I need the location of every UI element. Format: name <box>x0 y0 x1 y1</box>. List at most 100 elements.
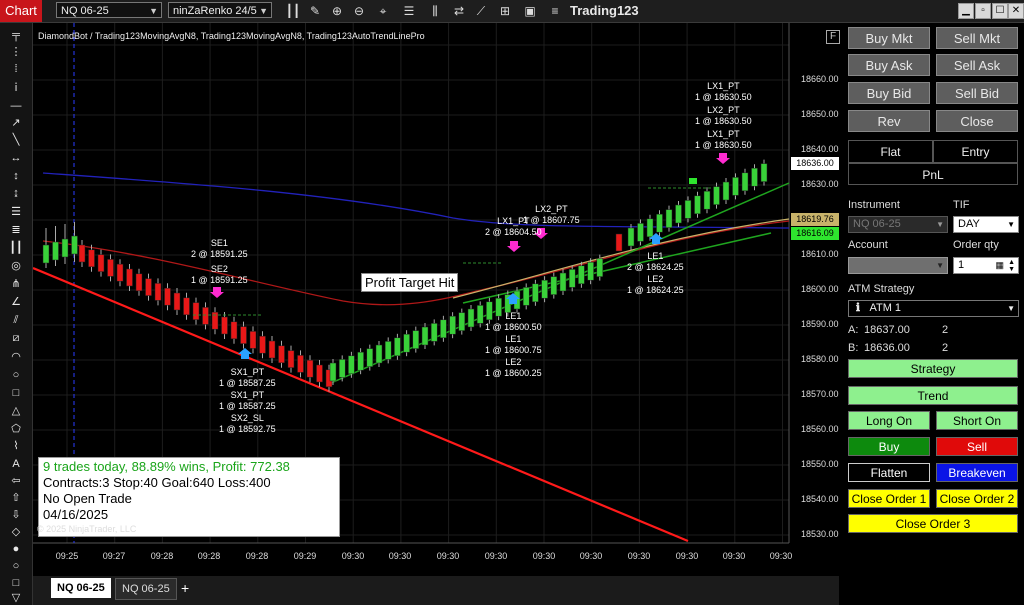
menu-icon[interactable]: ≡ <box>547 3 563 19</box>
risk-reward-icon[interactable]: ⋮ <box>6 45 26 59</box>
up-candle <box>596 258 604 277</box>
fib-timezone-icon[interactable]: ┃┃ <box>6 241 26 255</box>
ellipse-icon[interactable]: ○ <box>6 368 26 382</box>
sell-bid-button[interactable]: Sell Bid <box>936 82 1018 104</box>
signal-title: SX2_SL <box>230 413 264 423</box>
bar-type-selector[interactable]: ninZaRenko 24/5 ▼ <box>168 2 272 18</box>
horizontal-line-icon[interactable]: ↨ <box>6 186 26 200</box>
flatten-button[interactable]: Flatten <box>848 463 930 482</box>
fibonacci-icon[interactable]: ☰ <box>6 205 26 219</box>
chart-tab[interactable]: Chart <box>0 0 42 22</box>
text-icon[interactable]: A <box>6 457 26 471</box>
triangle-icon[interactable]: △ <box>6 404 26 418</box>
pencil-icon[interactable]: ✎ <box>307 3 323 19</box>
tif-select[interactable]: DAY ▼ <box>953 216 1019 233</box>
up-candle <box>366 348 374 367</box>
parallel-channel-icon[interactable]: ⧄ <box>6 331 26 345</box>
minimize-icon[interactable]: ▁ <box>958 3 974 19</box>
chart-trader-icon[interactable]: ⊞ <box>497 3 513 19</box>
arrow-down-icon[interactable]: ⇩ <box>6 508 26 522</box>
down-candle <box>116 263 124 282</box>
sell-market-button[interactable]: Sell Mkt <box>936 27 1018 49</box>
buy-bid-button[interactable]: Buy Bid <box>848 82 930 104</box>
close-icon[interactable]: ✕ <box>1008 3 1024 19</box>
entry-button[interactable]: Entry <box>933 140 1018 163</box>
close-order-2-button[interactable]: Close Order 2 <box>936 489 1018 508</box>
reverse-button[interactable]: Rev <box>848 110 930 132</box>
arc-icon[interactable]: ◠ <box>6 350 26 364</box>
f-button[interactable]: F <box>826 30 840 44</box>
stats-line-contracts: Contracts:3 Stop:40 Goal:640 Loss:400 <box>43 475 271 490</box>
down-candle <box>297 355 304 373</box>
up-candle <box>357 351 364 371</box>
strategy-button[interactable]: Strategy <box>848 359 1018 378</box>
trend-button[interactable]: Trend <box>848 386 1018 405</box>
long-on-button[interactable]: Long On <box>848 411 930 430</box>
diamond-icon[interactable]: ◇ <box>6 525 26 539</box>
properties-icon[interactable]: ☰ <box>401 3 417 19</box>
current-price-tag: 18636.00 <box>791 157 839 170</box>
gann-fan-icon[interactable]: ∠ <box>6 295 26 309</box>
triangle-down-icon[interactable]: ▽ <box>6 591 26 605</box>
trendline-icon[interactable]: ⟋ <box>473 3 489 19</box>
flat-button[interactable]: Flat <box>848 140 933 163</box>
back-arrow-icon[interactable]: ⇦ <box>6 474 26 488</box>
close-button[interactable]: Close <box>936 110 1018 132</box>
dot-icon[interactable]: ● <box>6 542 26 556</box>
zoom-in-icon[interactable]: ⊕ <box>329 3 345 19</box>
strategy-icon[interactable]: ⇄ <box>451 3 467 19</box>
stepper-arrows-icon[interactable]: ▲ ▼ <box>1008 259 1015 273</box>
regression-channel-icon[interactable]: ⫽ <box>6 313 26 327</box>
add-tab-button[interactable]: + <box>175 578 195 598</box>
up-candle <box>384 341 392 360</box>
account-select[interactable]: ▼ <box>848 257 948 274</box>
trendline-tag: 18616.09 <box>791 227 839 240</box>
zoom-out-icon[interactable]: ⊖ <box>351 3 367 19</box>
arrow-up-icon[interactable]: ⇧ <box>6 491 26 505</box>
arrow-line-icon[interactable]: ↔ <box>6 151 26 165</box>
price-marker-icon[interactable]: ⁞ <box>6 62 26 76</box>
breakeven-button[interactable]: Breakeven <box>936 463 1018 482</box>
path-icon[interactable]: ⌇ <box>6 439 26 453</box>
vertical-line-icon[interactable]: ↕ <box>6 169 26 183</box>
instrument-selector[interactable]: NQ 06-25 ▼ <box>56 2 162 18</box>
ruler-icon[interactable]: ╤ <box>6 28 26 42</box>
tab-nq-active[interactable]: NQ 06-25 <box>51 578 111 598</box>
short-on-button[interactable]: Short On <box>936 411 1018 430</box>
atm-strategy-select[interactable]: ℹ ATM 1 ▼ <box>848 300 1019 317</box>
up-candle <box>458 312 466 331</box>
crosshair-icon[interactable]: ⌖ <box>375 3 391 19</box>
time-axis-label: 09:29 <box>293 551 317 561</box>
diagonal-line-icon[interactable]: ╲ <box>6 133 26 147</box>
bars-icon[interactable]: ┃┃ <box>285 3 301 19</box>
sell-ask-button[interactable]: Sell Ask <box>936 54 1018 76</box>
indicator-icon[interactable]: ⫼ <box>427 3 443 19</box>
tab-nq-second[interactable]: NQ 06-25 <box>115 578 177 600</box>
info-icon[interactable]: ⅰ <box>6 81 26 95</box>
polygon-icon[interactable]: ⬠ <box>6 422 26 436</box>
maximize-icon[interactable]: ☐ <box>992 3 1008 19</box>
fib-circle-icon[interactable]: ◎ <box>6 259 26 273</box>
buy-button[interactable]: Buy <box>848 437 930 456</box>
square-icon[interactable]: □ <box>6 576 26 590</box>
buy-ask-button[interactable]: Buy Ask <box>848 54 930 76</box>
rectangle-icon[interactable]: □ <box>6 386 26 400</box>
sell-button[interactable]: Sell <box>936 437 1018 456</box>
info-icon[interactable]: ℹ <box>849 301 867 316</box>
instrument-field[interactable]: NQ 06-25 ▼ <box>848 216 948 233</box>
position-marker <box>689 178 697 184</box>
circle-icon[interactable]: ○ <box>6 559 26 573</box>
chart-panel[interactable]: DiamondBot / Trading123MovingAvgN8, Trad… <box>33 23 840 576</box>
close-order-1-button[interactable]: Close Order 1 <box>848 489 930 508</box>
keypad-icon[interactable]: ▦ <box>995 258 1004 273</box>
camera-icon[interactable]: ▣ <box>522 3 538 19</box>
line-icon[interactable]: — <box>6 99 26 113</box>
fib-extension-icon[interactable]: ≣ <box>6 223 26 237</box>
order-qty-stepper[interactable]: 1 ▦ ▲ ▼ <box>953 257 1019 274</box>
ray-icon[interactable]: ↗ <box>6 116 26 130</box>
buy-market-button[interactable]: Buy Mkt <box>848 27 930 49</box>
andrews-pitchfork-icon[interactable]: ⋔ <box>6 277 26 291</box>
close-order-3-button[interactable]: Close Order 3 <box>848 514 1018 533</box>
restore-icon[interactable]: ▫ <box>975 3 991 19</box>
order-qty-label: Order qty <box>953 239 999 251</box>
